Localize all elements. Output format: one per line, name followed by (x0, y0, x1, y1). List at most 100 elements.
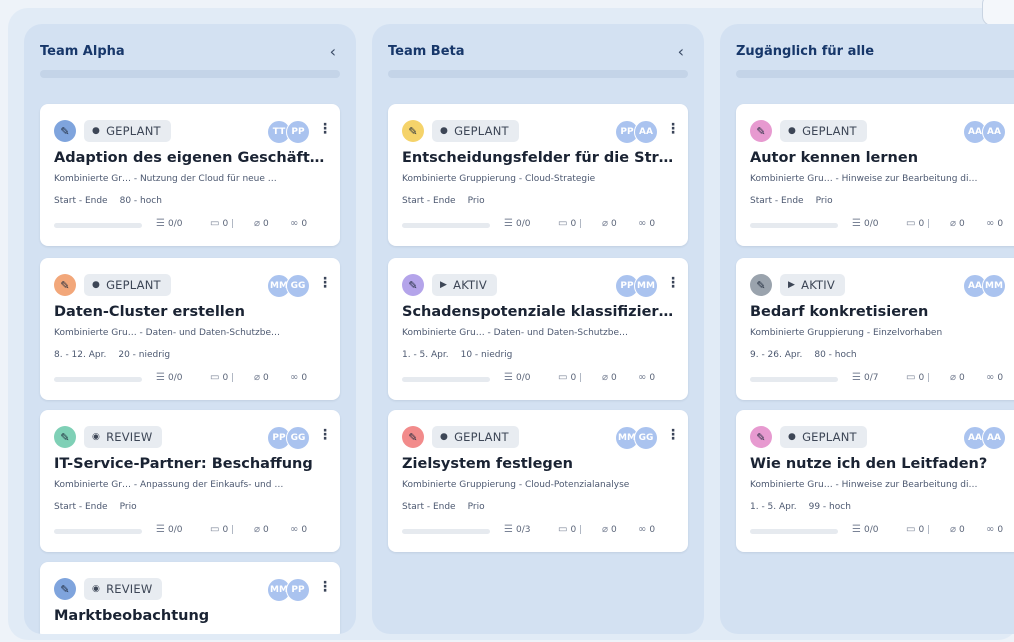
kebab-menu-icon[interactable]: ⋮ (318, 579, 332, 595)
avatar[interactable]: MM (634, 274, 658, 298)
checklist-count[interactable]: ☰ 0/0 (504, 218, 530, 229)
attachments-count[interactable]: ⌀ 0 (602, 524, 617, 535)
priority[interactable]: Prio (816, 196, 833, 206)
avatar[interactable]: PP (286, 120, 310, 144)
kebab-menu-icon[interactable]: ⋮ (666, 275, 680, 291)
kebab-menu-icon[interactable]: ⋮ (318, 275, 332, 291)
attachments-count[interactable]: ⌀ 0 (950, 524, 965, 535)
avatar[interactable]: AA (982, 426, 1006, 450)
attachments-count[interactable]: ⌀ 0 (254, 218, 269, 229)
task-card[interactable]: ✎▶AKTIVAAMM⋮Bedarf konkretisierenKombini… (736, 258, 1014, 400)
status-badge[interactable]: ▶ AKTIV (432, 274, 497, 296)
checklist-count[interactable]: ☰ 0/0 (156, 218, 182, 229)
avatar[interactable]: PP (286, 578, 310, 602)
date-range[interactable]: Start - Ende (402, 502, 456, 512)
collapse-column-button[interactable]: ‹ (678, 42, 684, 61)
comments-count[interactable]: ▭ 0 | (558, 524, 582, 535)
task-card[interactable]: ✎ ▶ AKTIV PP MM ⋮ Schadenspotenziale klassifiz… (388, 258, 688, 400)
edit-button[interactable]: ✎ (750, 120, 772, 142)
comments-count[interactable]: ▭ 0 | (906, 524, 930, 535)
checklist-count[interactable]: ☰ 0/0 (852, 524, 878, 535)
attachments-count[interactable]: ⌀ 0 (950, 218, 965, 229)
avatar[interactable]: GG (634, 426, 658, 450)
attachments-count[interactable]: ⌀ 0 (950, 372, 965, 383)
task-card[interactable]: ✎ ● GEPLANT MM GG ⋮ Daten-Cluster erstellen Kom… (40, 258, 340, 400)
attachments-count[interactable]: ⌀ 0 (602, 372, 617, 383)
edit-button[interactable]: ✎ (54, 120, 76, 142)
comments-count[interactable]: ▭ 0 | (210, 218, 234, 229)
date-range[interactable]: 1. - 5. Apr. (750, 502, 797, 512)
links-count[interactable]: ∞ 0 (290, 524, 307, 535)
status-badge[interactable]: ◉ REVIEW (84, 426, 163, 448)
links-count[interactable]: ∞ 0 (986, 524, 1003, 535)
edit-button[interactable]: ✎ (402, 120, 424, 142)
links-count[interactable]: ∞ 0 (638, 372, 655, 383)
kebab-menu-icon[interactable]: ⋮ (318, 427, 332, 443)
status-badge[interactable]: ● GEPLANT (84, 274, 171, 296)
checklist-count[interactable]: ☰ 0/0 (156, 372, 182, 383)
priority[interactable]: Prio (468, 196, 485, 206)
date-range[interactable]: Start - Ende (54, 502, 108, 512)
kebab-menu-icon[interactable]: ⋮ (666, 121, 680, 137)
priority[interactable]: 99 - hoch (809, 502, 851, 512)
date-range[interactable]: 9. - 26. Apr. (750, 350, 802, 360)
date-range[interactable]: Start - Ende (54, 196, 108, 206)
avatar[interactable]: AA (634, 120, 658, 144)
task-card[interactable]: ✎●GEPLANTAAAA⋮Wie nutze ich den Leitfade… (736, 410, 1014, 552)
priority[interactable]: 80 - hoch (814, 350, 856, 360)
comments-count[interactable]: ▭ 0 | (906, 372, 930, 383)
task-card[interactable]: ✎ ● GEPLANT MM GG ⋮ Zielsystem festlegen Kombin… (388, 410, 688, 552)
avatar[interactable]: GG (286, 274, 310, 298)
kebab-menu-icon[interactable]: ⋮ (318, 121, 332, 137)
comments-count[interactable]: ▭ 0 | (906, 218, 930, 229)
attachments-count[interactable]: ⌀ 0 (602, 218, 617, 229)
status-badge[interactable]: ▶ AKTIV (780, 274, 845, 296)
edit-button[interactable]: ✎ (402, 426, 424, 448)
priority[interactable]: 10 - niedrig (461, 350, 513, 360)
checklist-count[interactable]: ☰ 0/0 (156, 524, 182, 535)
task-card[interactable]: ✎ ● GEPLANT PP AA ⋮ Entscheidungsfelder für di… (388, 104, 688, 246)
status-badge[interactable]: ● GEPLANT (780, 426, 867, 448)
status-badge[interactable]: ● GEPLANT (432, 426, 519, 448)
links-count[interactable]: ∞ 0 (638, 524, 655, 535)
avatar[interactable]: MM (982, 274, 1006, 298)
date-range[interactable]: Start - Ende (750, 196, 804, 206)
checklist-count[interactable]: ☰ 0/7 (852, 372, 878, 383)
edit-button[interactable]: ✎ (750, 426, 772, 448)
priority[interactable]: Prio (468, 502, 485, 512)
edit-button[interactable]: ✎ (54, 578, 76, 600)
edit-button[interactable]: ✎ (750, 274, 772, 296)
status-badge[interactable]: ● GEPLANT (780, 120, 867, 142)
status-badge[interactable]: ◉ REVIEW (84, 578, 163, 600)
links-count[interactable]: ∞ 0 (290, 218, 307, 229)
avatar[interactable]: GG (286, 426, 310, 450)
status-badge[interactable]: ● GEPLANT (84, 120, 171, 142)
edit-button[interactable]: ✎ (54, 274, 76, 296)
status-badge[interactable]: ● GEPLANT (432, 120, 519, 142)
date-range[interactable]: 8. - 12. Apr. (54, 350, 106, 360)
attachments-count[interactable]: ⌀ 0 (254, 524, 269, 535)
links-count[interactable]: ∞ 0 (290, 372, 307, 383)
links-count[interactable]: ∞ 0 (638, 218, 655, 229)
avatar[interactable]: AA (982, 120, 1006, 144)
collapse-column-button[interactable]: ‹ (330, 42, 336, 61)
date-range[interactable]: Start - Ende (402, 196, 456, 206)
date-range[interactable]: 1. - 5. Apr. (402, 350, 449, 360)
comments-count[interactable]: ▭ 0 | (210, 524, 234, 535)
checklist-count[interactable]: ☰ 0/3 (504, 524, 530, 535)
links-count[interactable]: ∞ 0 (986, 372, 1003, 383)
task-card[interactable]: ✎●GEPLANTAAAA⋮Autor kennen lernenKombini… (736, 104, 1014, 246)
kebab-menu-icon[interactable]: ⋮ (666, 427, 680, 443)
links-count[interactable]: ∞ 0 (986, 218, 1003, 229)
task-card[interactable]: ✎ ◉ REVIEW PP GG ⋮ IT-Service-Partner: Beschaf… (40, 410, 340, 552)
comments-count[interactable]: ▭ 0 | (558, 372, 582, 383)
edit-button[interactable]: ✎ (54, 426, 76, 448)
priority[interactable]: 20 - niedrig (118, 350, 170, 360)
checklist-count[interactable]: ☰ 0/0 (852, 218, 878, 229)
priority[interactable]: 80 - hoch (120, 196, 162, 206)
comments-count[interactable]: ▭ 0 | (558, 218, 582, 229)
checklist-count[interactable]: ☰ 0/0 (504, 372, 530, 383)
task-card[interactable]: ✎ ◉ REVIEW MM PP ⋮ Marktbeobachtung (40, 562, 340, 634)
comments-count[interactable]: ▭ 0 | (210, 372, 234, 383)
attachments-count[interactable]: ⌀ 0 (254, 372, 269, 383)
